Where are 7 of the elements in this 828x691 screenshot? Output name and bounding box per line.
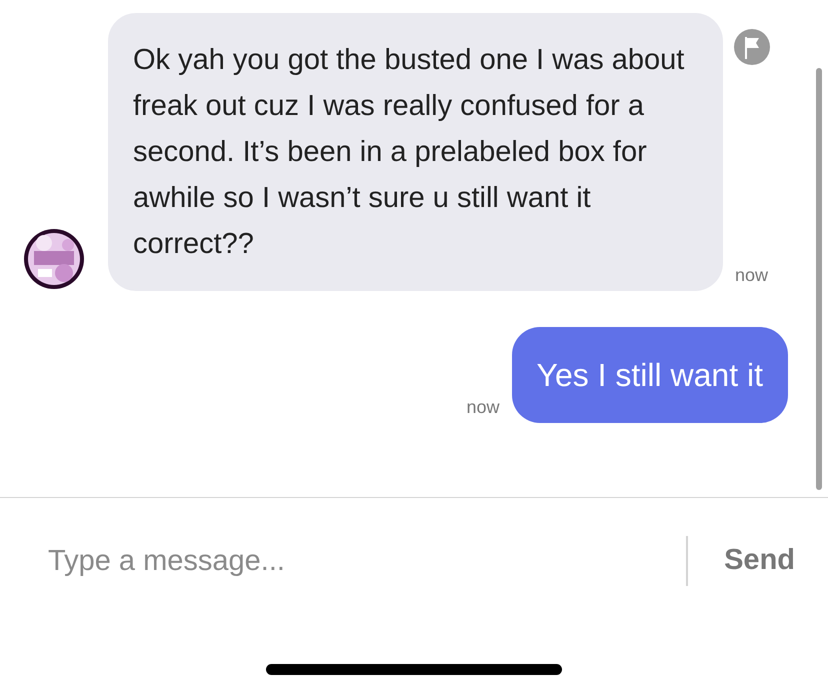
message-bubble: Yes I still want it: [512, 327, 788, 423]
message-text: Ok yah you got the busted one I was about freak out cuz I was really confused for a second. It’s been in a prelabeled box for awhile so I wasn’t sure u still want it correct??: [133, 43, 686, 262]
timestamp: now: [735, 264, 768, 287]
message-input[interactable]: Type a message...: [28, 536, 668, 586]
flag-icon[interactable]: [734, 29, 770, 65]
send-button[interactable]: Send: [724, 539, 795, 583]
timestamp: now: [466, 396, 500, 419]
